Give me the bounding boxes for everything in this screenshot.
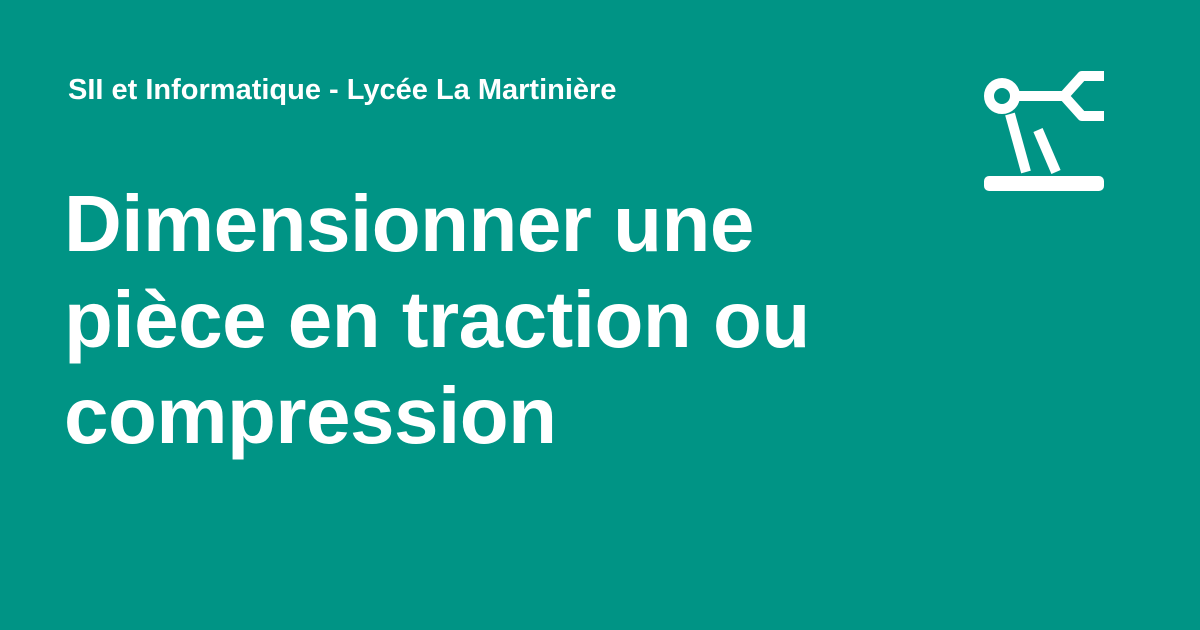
page-title-line-2: pièce en traction ou [64,275,810,364]
page-title-line-1: Dimensionner une [64,179,754,268]
site-name: SII et Informatique - Lycée La Martinièr… [68,74,617,106]
page-title: Dimensionner une pièce en traction ou co… [64,176,944,464]
robot-arm-icon [984,71,1104,191]
social-card: SII et Informatique - Lycée La Martinièr… [0,0,1200,630]
page-title-line-3: compression [64,371,557,460]
